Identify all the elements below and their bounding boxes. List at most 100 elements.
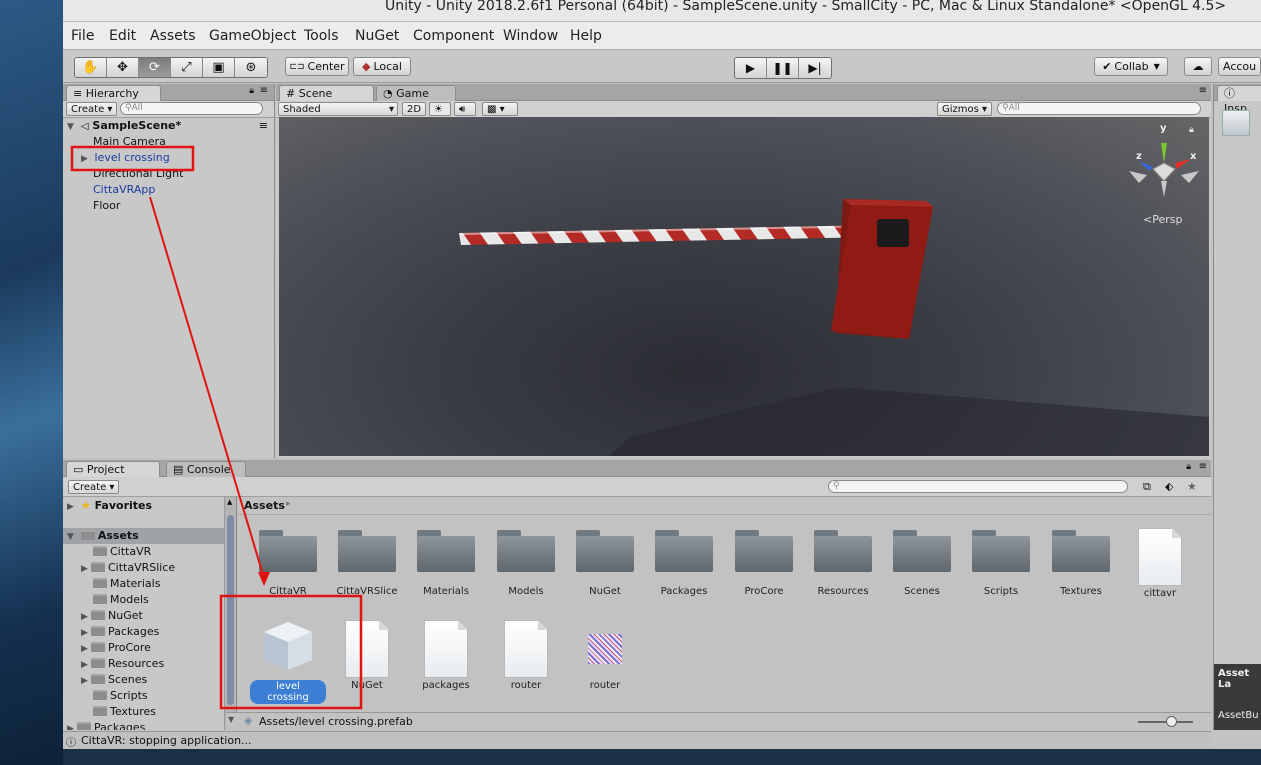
tree-scrollbar[interactable]: ▲ ▼	[225, 497, 237, 730]
asset-file-cittavr[interactable]: cittavr	[1122, 528, 1198, 599]
tab-project[interactable]: ▭ Project	[66, 461, 160, 477]
hierarchy-item-cittavrapp[interactable]: CittaVRApp	[93, 182, 155, 198]
fold-closed-icon[interactable]: ▶	[67, 721, 77, 730]
fold-open-icon[interactable]: ▼	[67, 119, 77, 135]
fold-closed-icon[interactable]: ▶	[81, 561, 91, 577]
folder-item-textures[interactable]: Textures	[93, 704, 156, 720]
pivot-center-button[interactable]: ⊏⊐ Center	[285, 57, 349, 76]
asset-folder-scripts[interactable]: Scripts	[963, 528, 1039, 597]
slider-thumb[interactable]	[1166, 716, 1177, 727]
menu-file[interactable]: File	[71, 28, 94, 44]
panel-menu-icon[interactable]: ≡	[1199, 461, 1207, 472]
asset-folder-materials[interactable]: Materials	[408, 528, 484, 597]
folder-item-scripts[interactable]: Scripts	[93, 688, 148, 704]
icon-size-slider[interactable]	[1138, 716, 1193, 727]
hierarchy-item-directional-light[interactable]: Directional Light	[93, 166, 183, 182]
folder-item-packages[interactable]: ▶ Packages	[81, 624, 159, 640]
scroll-down-icon[interactable]: ▼	[228, 715, 234, 724]
gizmo-lock-icon[interactable]: 🔒︎	[1189, 125, 1194, 135]
scene-viewport[interactable]: y x z <Persp 🔒︎	[279, 117, 1209, 456]
asset-folder-models[interactable]: Models	[488, 528, 564, 597]
lock-icon[interactable]: 🔒︎	[1186, 462, 1191, 472]
cloud-button[interactable]: ☁	[1184, 57, 1212, 76]
scene-root-row[interactable]: ▼ ◁ SampleScene* ≡	[67, 118, 272, 134]
asset-file-packages[interactable]: packages	[408, 620, 484, 691]
gizmos-dropdown[interactable]: Gizmos ▾	[937, 102, 993, 116]
audio-toggle-icon[interactable]: 🔊︎	[454, 102, 476, 116]
project-search-input[interactable]: ⚲	[828, 480, 1128, 493]
hierarchy-item-level-crossing[interactable]: ▶ level crossing	[81, 150, 170, 166]
scroll-up-icon[interactable]: ▲	[227, 498, 232, 506]
filter-type-icon[interactable]: ⧉	[1143, 480, 1151, 494]
fold-closed-icon[interactable]: ▶	[81, 151, 91, 167]
lock-icon[interactable]: 🔒︎	[249, 86, 254, 96]
fold-closed-icon[interactable]: ▶	[81, 657, 91, 673]
assets-root-row[interactable]: ▼ Assets	[63, 528, 224, 545]
menu-assets[interactable]: Assets	[150, 28, 196, 44]
hand-tool-icon[interactable]: ✋	[75, 58, 107, 77]
fold-closed-icon[interactable]: ▶	[81, 609, 91, 625]
asset-folder-procore[interactable]: ProCore	[726, 528, 802, 597]
lighting-toggle-icon[interactable]: ☀	[429, 102, 451, 116]
asset-file-nuget[interactable]: NuGet	[329, 620, 405, 691]
filter-label-icon[interactable]: ⬖	[1165, 480, 1173, 493]
asset-folder-cittavr[interactable]: CittaVR	[250, 528, 326, 597]
menu-tools[interactable]: Tools	[304, 28, 339, 44]
asset-folder-nuget[interactable]: NuGet	[567, 528, 643, 597]
asset-folder-resources[interactable]: Resources	[805, 528, 881, 597]
menu-nuget[interactable]: NuGet	[355, 28, 399, 44]
tab-game[interactable]: ◔ Game	[376, 85, 456, 101]
folder-item-scenes[interactable]: ▶ Scenes	[81, 672, 147, 688]
menu-edit[interactable]: Edit	[109, 28, 136, 44]
toggle-2d-button[interactable]: 2D	[402, 102, 427, 116]
asset-texture-router[interactable]: router	[567, 620, 643, 691]
tab-console[interactable]: ▤ Console	[166, 461, 246, 477]
asset-folder-packages[interactable]: Packages	[646, 528, 722, 597]
folder-item-nuget[interactable]: ▶ NuGet	[81, 608, 143, 624]
tab-inspector[interactable]: ⓘ Insp	[1217, 85, 1261, 115]
hierarchy-create-button[interactable]: Create ▾	[66, 102, 118, 116]
hierarchy-search-input[interactable]: ⚲All	[120, 102, 263, 115]
tree-scrollbar-thumb[interactable]	[227, 515, 234, 705]
folder-item-cittavr[interactable]: CittaVR	[93, 544, 151, 560]
effects-dropdown-icon[interactable]: ▩ ▾	[482, 102, 518, 116]
breadcrumb-assets[interactable]: Assets	[244, 499, 285, 512]
folder-item-packages-root[interactable]: ▶ Packages	[67, 720, 145, 730]
project-create-button[interactable]: Create ▾	[68, 480, 120, 494]
menu-window[interactable]: Window	[503, 28, 558, 44]
folder-item-models[interactable]: Models	[93, 592, 149, 608]
favorites-row[interactable]: ▶ ★ Favorites	[67, 498, 152, 514]
menu-help[interactable]: Help	[570, 28, 602, 44]
favorite-star-icon[interactable]: ★	[1187, 480, 1197, 493]
folder-item-procore[interactable]: ▶ ProCore	[81, 640, 151, 656]
orientation-gizmo[interactable]: y x z <Persp	[1125, 123, 1205, 226]
tab-hierarchy[interactable]: ≡ Hierarchy	[66, 85, 161, 101]
scene-menu-icon[interactable]: ≡	[259, 118, 268, 134]
transform-tool-icon[interactable]: ⊛	[235, 58, 267, 77]
step-icon[interactable]: ▶|	[799, 58, 831, 78]
menu-component[interactable]: Component	[413, 28, 494, 44]
asset-folder-scenes[interactable]: Scenes	[884, 528, 960, 597]
shading-mode-dropdown[interactable]: Shaded ▾	[278, 102, 398, 116]
folder-item-resources[interactable]: ▶ Resources	[81, 656, 164, 672]
fold-closed-icon[interactable]: ▶	[81, 625, 91, 641]
hierarchy-item-main-camera[interactable]: Main Camera	[93, 134, 166, 150]
scale-tool-icon[interactable]: ⤢	[171, 58, 203, 77]
tab-scene[interactable]: # Scene	[279, 85, 374, 101]
rect-tool-icon[interactable]: ▣	[203, 58, 235, 77]
asset-folder-cittavrslice[interactable]: CittaVRSlice	[329, 528, 405, 597]
asset-file-router[interactable]: router	[488, 620, 564, 691]
asset-prefab-level-crossing[interactable]: level crossing	[250, 620, 326, 704]
move-tool-icon[interactable]: ✥	[107, 58, 139, 77]
scene-search-input[interactable]: ⚲All	[997, 102, 1201, 115]
fold-closed-icon[interactable]: ▶	[67, 499, 77, 515]
folder-item-materials[interactable]: Materials	[93, 576, 160, 592]
pause-icon[interactable]: ❚❚	[767, 58, 799, 78]
collab-button[interactable]: ✔ Collab ▼	[1094, 57, 1168, 76]
panel-menu-icon[interactable]: ≡	[260, 85, 268, 96]
fold-closed-icon[interactable]: ▶	[81, 673, 91, 689]
fold-open-icon[interactable]: ▼	[67, 529, 77, 545]
status-message[interactable]: CittaVR: stopping application...	[81, 734, 252, 747]
menu-gameobject[interactable]: GameObject	[209, 28, 296, 44]
persp-label[interactable]: <Persp	[1143, 213, 1182, 226]
